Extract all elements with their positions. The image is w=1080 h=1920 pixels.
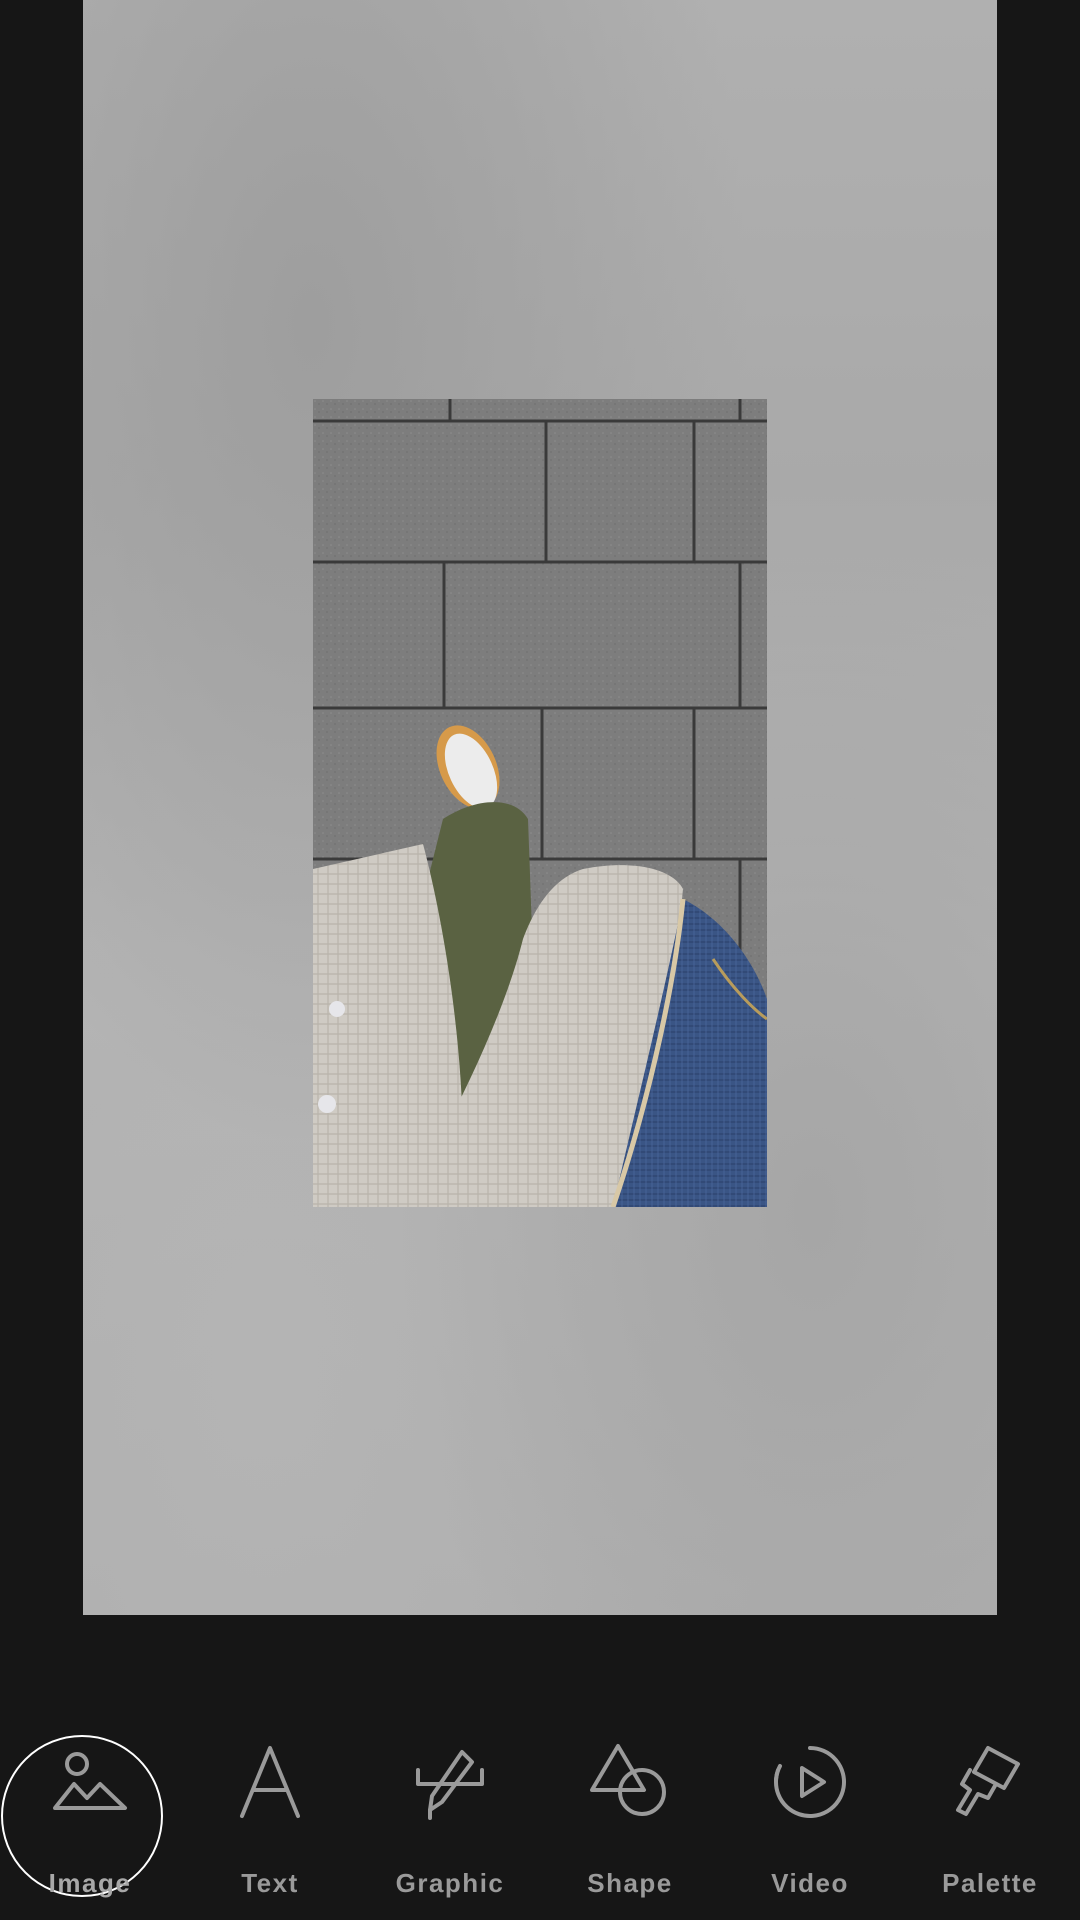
editor-screen: Image Text Graphic Shape Video Palette [0, 0, 1080, 1920]
tool-shape[interactable]: Shape [540, 1700, 720, 1920]
tool-label: Shape [587, 1868, 673, 1898]
graphic-icon [408, 1740, 492, 1824]
tool-label: Video [771, 1868, 849, 1898]
tool-label: Image [48, 1868, 132, 1898]
tool-palette[interactable]: Palette [900, 1700, 1080, 1920]
text-icon [228, 1740, 312, 1824]
placed-photo[interactable] [313, 399, 767, 1207]
image-icon [48, 1740, 132, 1824]
video-icon [768, 1740, 852, 1824]
tool-image[interactable]: Image [0, 1700, 180, 1920]
palette-icon [948, 1740, 1032, 1824]
tool-text[interactable]: Text [180, 1700, 360, 1920]
tool-label: Graphic [395, 1868, 505, 1898]
tool-label: Text [241, 1868, 299, 1898]
bottom-toolbar: Image Text Graphic Shape Video Palette [0, 1700, 1080, 1920]
design-canvas[interactable] [83, 0, 997, 1615]
tool-label: Palette [942, 1868, 1038, 1898]
shape-icon [588, 1740, 672, 1824]
tool-graphic[interactable]: Graphic [360, 1700, 540, 1920]
tool-video[interactable]: Video [720, 1700, 900, 1920]
photo-image [313, 399, 767, 1207]
